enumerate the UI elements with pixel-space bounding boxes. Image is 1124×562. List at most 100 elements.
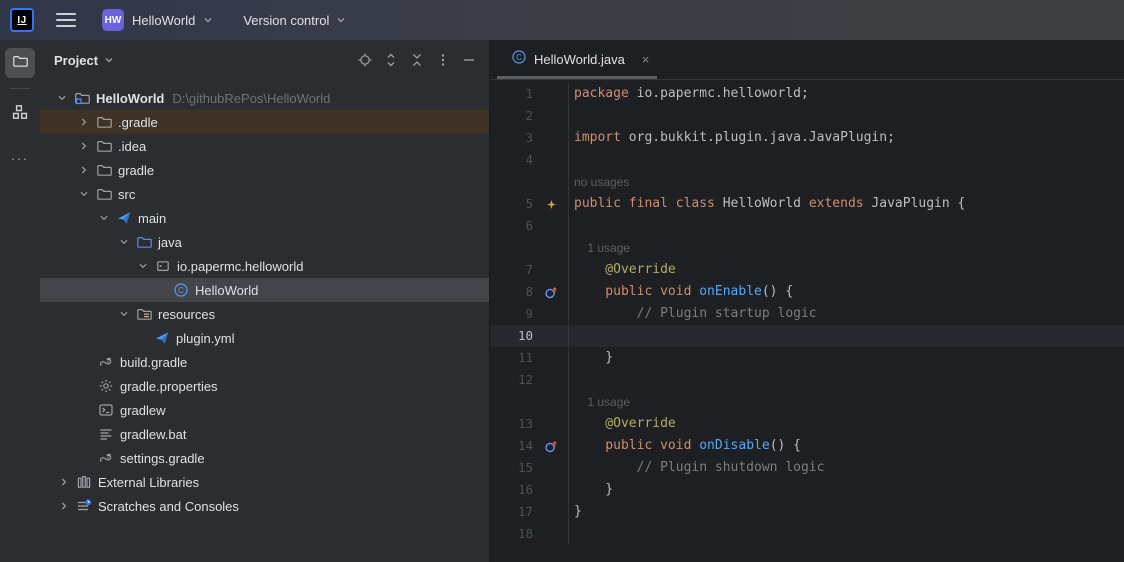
override-marker-icon[interactable] — [539, 439, 563, 454]
tree-item--gradle[interactable]: .gradle — [40, 110, 489, 134]
line-number[interactable]: 10 — [491, 325, 533, 347]
tree-item-gradlew[interactable]: gradlew — [40, 398, 489, 422]
line-number[interactable]: 18 — [491, 523, 533, 545]
locate-file-icon[interactable] — [353, 48, 377, 72]
code-line-8[interactable]: 8 public void onEnable() { — [491, 281, 1124, 303]
usage-hint-line[interactable]: 1 usage — [491, 237, 1124, 259]
code-text[interactable]: // Plugin shutdown logic — [569, 457, 824, 479]
hide-panel-icon[interactable] — [457, 48, 481, 72]
override-marker-icon[interactable] — [539, 285, 563, 300]
code-text[interactable]: } — [569, 479, 613, 501]
chevron-down-icon[interactable] — [114, 304, 134, 324]
chevron-down-icon[interactable] — [74, 184, 94, 204]
line-number[interactable]: 5 — [491, 193, 533, 215]
main-menu-icon[interactable] — [56, 13, 76, 27]
expand-all-icon[interactable] — [379, 48, 403, 72]
usage-hint-text[interactable]: 1 usage — [569, 237, 630, 259]
line-number[interactable]: 14 — [491, 435, 533, 457]
line-number[interactable]: 9 — [491, 303, 533, 325]
line-number[interactable]: 2 — [491, 105, 533, 127]
structure-tool-button[interactable] — [5, 99, 35, 129]
tree-item-build-gradle[interactable]: build.gradle — [40, 350, 489, 374]
tab-helloworld-java[interactable]: C HelloWorld.java × — [497, 40, 657, 79]
code-text[interactable] — [569, 105, 574, 127]
usage-hint-line[interactable]: 1 usage — [491, 391, 1124, 413]
tree-item-helloworld[interactable]: CHelloWorld — [40, 278, 489, 302]
code-line-13[interactable]: 13 @Override — [491, 413, 1124, 435]
code-text[interactable] — [569, 325, 574, 347]
tree-item--idea[interactable]: .idea — [40, 134, 489, 158]
code-line-15[interactable]: 15 // Plugin shutdown logic — [491, 457, 1124, 479]
code-text[interactable]: // Plugin startup logic — [569, 303, 817, 325]
tree-item-src[interactable]: src — [40, 182, 489, 206]
tree-item-helloworld[interactable]: HelloWorldD:\githubRePos\HelloWorld — [40, 86, 489, 110]
line-number[interactable]: 13 — [491, 413, 533, 435]
code-text[interactable]: public void onEnable() { — [569, 281, 793, 303]
code-line-12[interactable]: 12 — [491, 369, 1124, 391]
chevron-down-icon[interactable] — [133, 256, 153, 276]
tree-item-gradle-properties[interactable]: gradle.properties — [40, 374, 489, 398]
chevron-down-icon[interactable] — [94, 208, 114, 228]
chevron-right-icon[interactable] — [74, 136, 94, 156]
more-options-icon[interactable] — [431, 48, 455, 72]
line-number[interactable]: 15 — [491, 457, 533, 479]
tree-item-io-papermc-helloworld[interactable]: io.papermc.helloworld — [40, 254, 489, 278]
chevron-right-icon[interactable] — [54, 496, 74, 516]
tree-item-resources[interactable]: resources — [40, 302, 489, 326]
tree-item-plugin-yml[interactable]: plugin.yml — [40, 326, 489, 350]
tree-item-gradlew-bat[interactable]: gradlew.bat — [40, 422, 489, 446]
line-number[interactable]: 7 — [491, 259, 533, 281]
code-line-17[interactable]: 17} — [491, 501, 1124, 523]
code-line-9[interactable]: 9 // Plugin startup logic — [491, 303, 1124, 325]
panel-title[interactable]: Project — [54, 53, 98, 68]
code-line-4[interactable]: 4 — [491, 149, 1124, 171]
code-line-14[interactable]: 14 public void onDisable() { — [491, 435, 1124, 457]
code-line-11[interactable]: 11 } — [491, 347, 1124, 369]
more-tool-windows-button[interactable]: ... — [0, 147, 40, 163]
project-widget[interactable]: HW HelloWorld — [102, 9, 213, 31]
tree-item-external-libraries[interactable]: External Libraries — [40, 470, 489, 494]
line-number[interactable]: 1 — [491, 83, 533, 105]
code-text[interactable]: import org.bukkit.plugin.java.JavaPlugin… — [569, 127, 895, 149]
code-text[interactable] — [569, 523, 574, 545]
code-line-2[interactable]: 2 — [491, 105, 1124, 127]
code-line-18[interactable]: 18 — [491, 523, 1124, 545]
chevron-right-icon[interactable] — [54, 472, 74, 492]
code-text[interactable] — [569, 149, 574, 171]
code-text[interactable]: package io.papermc.helloworld; — [569, 83, 809, 105]
line-number[interactable]: 8 — [491, 281, 533, 303]
code-line-6[interactable]: 6 — [491, 215, 1124, 237]
code-line-5[interactable]: 5 public final class HelloWorld extends J… — [491, 193, 1124, 215]
project-tool-button[interactable] — [5, 48, 35, 78]
code-text[interactable] — [569, 369, 574, 391]
tree-item-java[interactable]: java — [40, 230, 489, 254]
line-number[interactable]: 4 — [491, 149, 533, 171]
chevron-right-icon[interactable] — [74, 160, 94, 180]
class-marker-icon[interactable] — [539, 198, 563, 211]
code-text[interactable]: @Override — [569, 259, 676, 281]
code-line-1[interactable]: 1 package io.papermc.helloworld; — [491, 83, 1124, 105]
code-text[interactable]: public final class HelloWorld extends Ja… — [569, 193, 965, 215]
code-text[interactable] — [569, 215, 574, 237]
collapse-all-icon[interactable] — [405, 48, 429, 72]
usage-hint-line[interactable]: no usages — [491, 171, 1124, 193]
close-icon[interactable]: × — [642, 52, 650, 67]
line-number[interactable]: 16 — [491, 479, 533, 501]
code-text[interactable]: @Override — [569, 413, 676, 435]
code-editor[interactable]: 1package io.papermc.helloworld;23import … — [491, 80, 1124, 545]
code-line-16[interactable]: 16 } — [491, 479, 1124, 501]
chevron-down-icon[interactable] — [52, 88, 72, 108]
code-line-10[interactable]: 10 — [491, 325, 1124, 347]
line-number[interactable]: 11 — [491, 347, 533, 369]
usage-hint-text[interactable]: no usages — [569, 171, 629, 193]
line-number[interactable]: 17 — [491, 501, 533, 523]
tree-item-scratches-and-consoles[interactable]: Scratches and Consoles — [40, 494, 489, 518]
tree-item-gradle[interactable]: gradle — [40, 158, 489, 182]
code-text[interactable]: } — [569, 501, 582, 523]
line-number[interactable]: 12 — [491, 369, 533, 391]
tree-item-main[interactable]: main — [40, 206, 489, 230]
chevron-down-icon[interactable] — [114, 232, 134, 252]
line-number[interactable]: 6 — [491, 215, 533, 237]
code-text[interactable]: public void onDisable() { — [569, 435, 801, 457]
tree-item-settings-gradle[interactable]: settings.gradle — [40, 446, 489, 470]
